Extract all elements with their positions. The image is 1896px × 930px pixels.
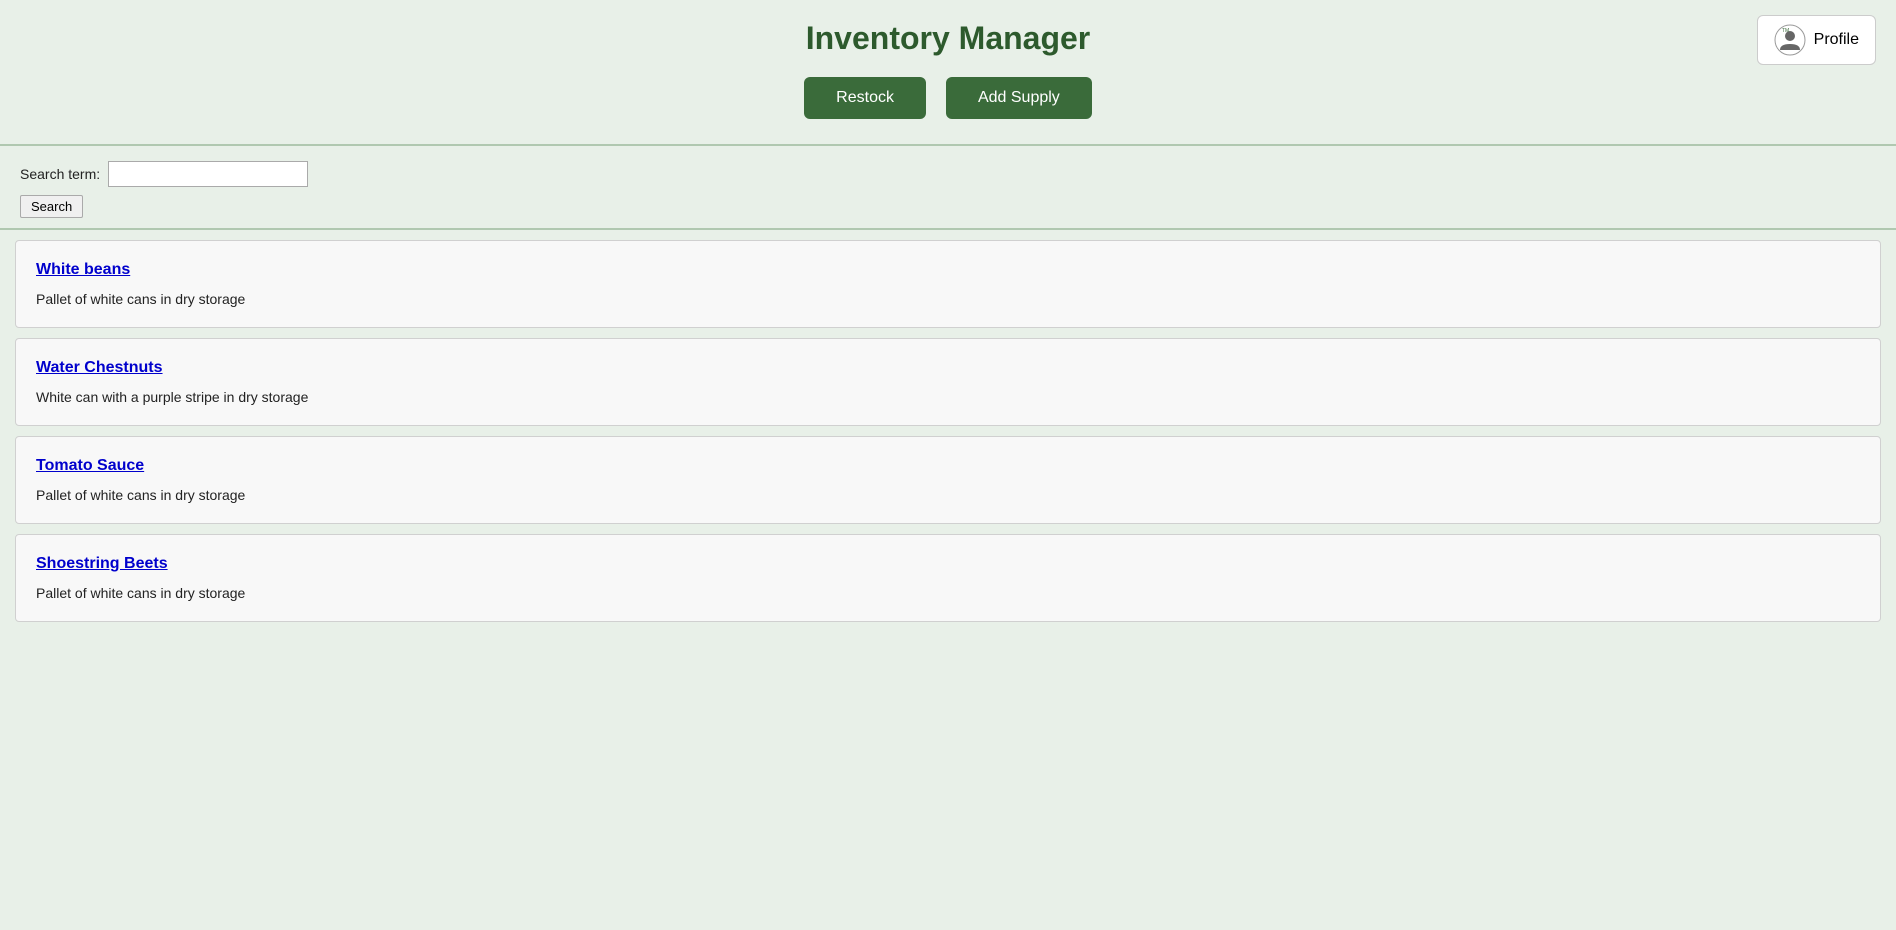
item-description: Pallet of white cans in dry storage <box>36 585 1860 601</box>
list-item: Shoestring Beets Pallet of white cans in … <box>15 534 1881 622</box>
item-name[interactable]: Water Chestnuts <box>36 359 163 377</box>
item-name[interactable]: White beans <box>36 261 130 279</box>
list-item: Tomato Sauce Pallet of white cans in dry … <box>15 436 1881 524</box>
svg-text:TM: TM <box>1782 28 1789 34</box>
action-buttons: Restock Add Supply <box>0 77 1896 119</box>
restock-button[interactable]: Restock <box>804 77 926 119</box>
item-description: White can with a purple stripe in dry st… <box>36 389 1860 405</box>
page-header: Inventory Manager Restock Add Supply TM … <box>0 0 1896 146</box>
list-item: Water Chestnuts White can with a purple s… <box>15 338 1881 426</box>
page-title: Inventory Manager <box>0 20 1896 57</box>
search-row: Search term: <box>20 161 1876 187</box>
add-supply-button[interactable]: Add Supply <box>946 77 1092 119</box>
item-description: Pallet of white cans in dry storage <box>36 291 1860 307</box>
search-button[interactable]: Search <box>20 195 83 218</box>
search-section: Search term: Search <box>0 146 1896 230</box>
item-description: Pallet of white cans in dry storage <box>36 487 1860 503</box>
profile-button[interactable]: TM Profile <box>1757 15 1876 65</box>
list-item: White beans Pallet of white cans in dry s… <box>15 240 1881 328</box>
search-label: Search term: <box>20 166 100 182</box>
item-name[interactable]: Shoestring Beets <box>36 555 168 573</box>
profile-icon: TM <box>1774 24 1806 56</box>
profile-label: Profile <box>1814 31 1859 49</box>
item-name[interactable]: Tomato Sauce <box>36 457 144 475</box>
search-input[interactable] <box>108 161 308 187</box>
inventory-list: White beans Pallet of white cans in dry s… <box>0 230 1896 880</box>
